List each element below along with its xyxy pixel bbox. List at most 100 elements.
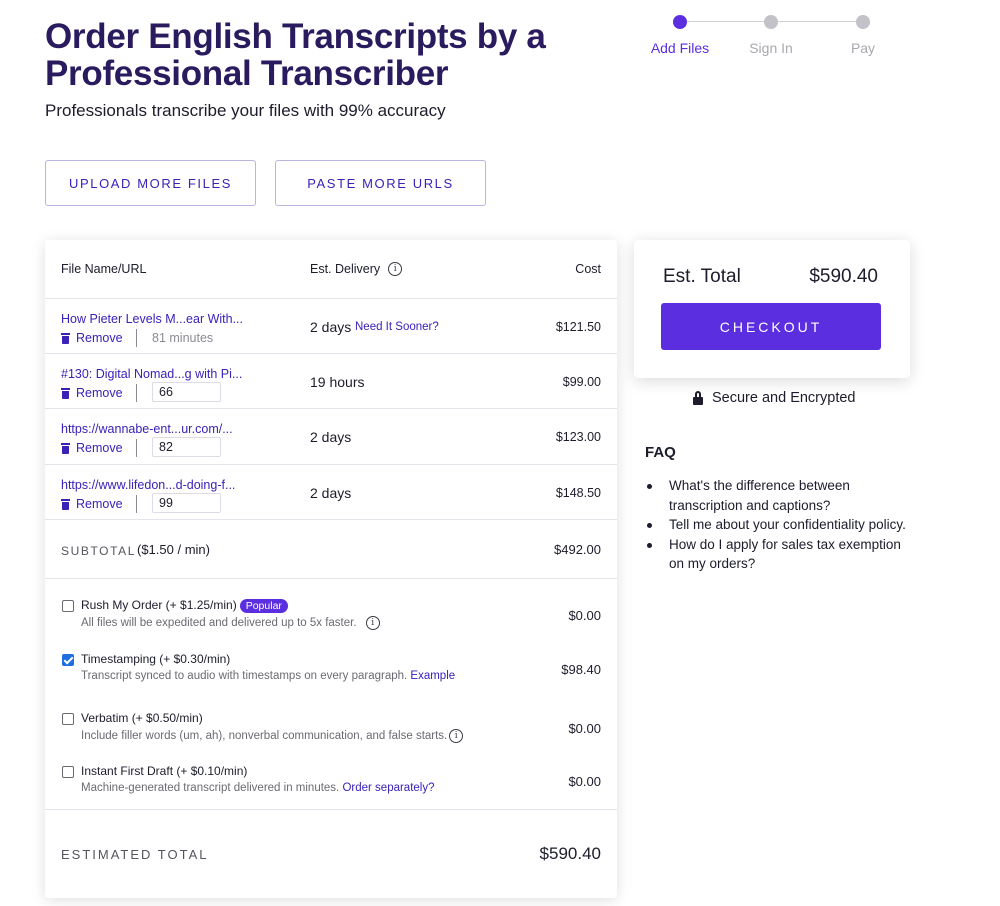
subtotal-value: $492.00 <box>554 542 601 557</box>
need-it-sooner-link[interactable]: Need It Sooner? <box>355 321 439 333</box>
table-row: #130: Digital Nomad...g with Pi... Remov… <box>45 354 617 409</box>
delivery-text: 2 days <box>310 429 352 445</box>
subtotal-label: SUBTOTAL <box>61 544 137 558</box>
option-price: $0.00 <box>568 721 601 736</box>
step-label-add-files[interactable]: Add Files <box>640 40 720 56</box>
step-label-pay[interactable]: Pay <box>823 40 903 56</box>
duration-text: 81 minutes <box>152 331 214 345</box>
column-header-delivery-label: Est. Delivery <box>310 262 381 276</box>
verbatim-checkbox[interactable] <box>62 713 74 725</box>
option-description-text: Transcript synced to audio with timestam… <box>81 670 408 682</box>
est-total-value: $590.40 <box>809 266 878 287</box>
row-cost: $121.50 <box>555 320 601 334</box>
option-description-text: All files will be expedited and delivere… <box>81 617 357 630</box>
table-row: How Pieter Levels M...ear With... Remove… <box>45 299 617 354</box>
option-description: Machine-generated transcript delivered i… <box>81 782 435 794</box>
secure-notice: Secure and Encrypted <box>693 390 855 406</box>
option-instant-first-draft: Instant First Draft (+ $0.10/min) Machin… <box>45 762 617 812</box>
remove-label: Remove <box>76 497 123 511</box>
table-row: https://wannabe-ent...ur.com/... Remove … <box>45 409 617 464</box>
table-row: https://www.lifedon...d-doing-f... Remov… <box>45 465 617 520</box>
minutes-input[interactable]: 66 <box>152 382 221 402</box>
remove-button[interactable]: Remove <box>61 331 123 345</box>
option-description-text: Machine-generated transcript delivered i… <box>81 782 340 794</box>
row-cost: $148.50 <box>555 486 601 500</box>
popular-badge: Popular <box>239 599 288 613</box>
row-cost: $99.00 <box>562 375 601 389</box>
delivery-text: 2 days <box>310 485 352 501</box>
file-name-link[interactable]: #130: Digital Nomad...g with Pi... <box>61 367 242 381</box>
trash-icon <box>61 442 70 454</box>
divider <box>136 495 137 513</box>
order-separately-link[interactable]: Order separately? <box>342 782 434 794</box>
column-header-delivery: Est. Delivery i <box>310 262 403 276</box>
option-title: Timestamping (+ $0.30/min) <box>81 652 231 666</box>
secure-text: Secure and Encrypted <box>712 390 856 406</box>
checkout-button[interactable]: CHECKOUT <box>661 303 881 350</box>
timestamping-checkbox[interactable] <box>62 654 74 666</box>
file-name-link[interactable]: https://wannabe-ent...ur.com/... <box>61 422 233 436</box>
remove-label: Remove <box>76 386 123 400</box>
estimated-total-value: $590.40 <box>539 844 601 863</box>
remove-button[interactable]: Remove <box>61 497 123 511</box>
progress-stepper: Add Files Sign In Pay <box>640 12 890 62</box>
row-cost: $123.00 <box>555 430 601 444</box>
divider <box>45 519 617 520</box>
step-dot-pay <box>856 15 870 29</box>
info-icon[interactable]: i <box>449 729 464 743</box>
example-link[interactable]: Example <box>410 670 455 682</box>
step-label-sign-in[interactable]: Sign In <box>731 40 811 56</box>
info-icon[interactable]: i <box>388 262 403 276</box>
order-card: File Name/URL Est. Delivery i Cost How P… <box>45 240 617 898</box>
step-dot-sign-in <box>764 15 778 29</box>
option-rush: Rush My Order (+ $1.25/min) Popular All f… <box>45 596 617 646</box>
page-subtitle: Professionals transcribe your files with… <box>45 101 446 120</box>
estimated-total-label: ESTIMATED TOTAL <box>61 847 209 862</box>
option-description: Transcript synced to audio with timestam… <box>81 670 455 682</box>
file-name-link[interactable]: https://www.lifedon...d-doing-f... <box>61 478 235 492</box>
step-connector <box>778 21 856 22</box>
remove-button[interactable]: Remove <box>61 386 123 400</box>
remove-label: Remove <box>76 331 123 345</box>
step-dot-add-files <box>673 15 687 29</box>
page-title: Order English Transcripts by a Professio… <box>45 17 546 93</box>
step-connector <box>687 21 764 22</box>
summary-card: Est. Total $590.40 CHECKOUT <box>634 240 910 378</box>
faq-title: FAQ <box>645 444 676 461</box>
divider <box>136 329 137 347</box>
option-description: All files will be expedited and delivere… <box>81 616 380 630</box>
divider <box>136 384 137 402</box>
option-price: $0.00 <box>568 608 601 623</box>
remove-label: Remove <box>76 441 123 455</box>
column-header-cost: Cost <box>575 262 601 276</box>
divider <box>45 809 617 810</box>
option-price: $98.40 <box>561 662 601 677</box>
option-timestamping: Timestamping (+ $0.30/min) Transcript sy… <box>45 650 617 700</box>
minutes-input[interactable]: 99 <box>152 493 221 513</box>
divider <box>136 439 137 457</box>
divider <box>45 578 617 579</box>
remove-button[interactable]: Remove <box>61 441 123 455</box>
delivery-text: 19 hours <box>310 374 365 390</box>
instant-first-draft-checkbox[interactable] <box>62 766 74 778</box>
subtotal-rate: ($1.50 / min) <box>137 542 210 557</box>
minutes-input[interactable]: 82 <box>152 437 221 457</box>
option-price: $0.00 <box>568 774 601 789</box>
faq-item[interactable]: How do I apply for sales tax exemption o… <box>647 535 919 574</box>
est-total-label: Est. Total <box>663 266 741 287</box>
info-icon[interactable]: i <box>365 616 380 630</box>
option-title: Instant First Draft (+ $0.10/min) <box>81 764 248 778</box>
paste-more-urls-button[interactable]: PASTE MORE URLS <box>275 160 486 206</box>
trash-icon <box>61 387 70 399</box>
option-description-text: Include filler words (um, ah), nonverbal… <box>81 730 448 743</box>
rush-checkbox[interactable] <box>62 600 74 612</box>
faq-list: What's the difference between transcript… <box>647 476 919 574</box>
option-title-text: Rush My Order (+ $1.25/min) <box>81 598 237 612</box>
delivery-text: 2 days <box>310 319 352 335</box>
option-verbatim: Verbatim (+ $0.50/min) Include filler wo… <box>45 709 617 759</box>
file-name-link[interactable]: How Pieter Levels M...ear With... <box>61 312 243 326</box>
upload-more-files-button[interactable]: UPLOAD MORE FILES <box>45 160 256 206</box>
faq-item[interactable]: Tell me about your confidentiality polic… <box>647 515 919 535</box>
option-title: Verbatim (+ $0.50/min) <box>81 711 203 725</box>
faq-item[interactable]: What's the difference between transcript… <box>647 476 919 515</box>
